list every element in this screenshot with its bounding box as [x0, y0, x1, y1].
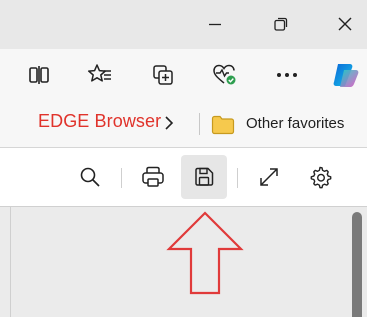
save-button[interactable] [181, 155, 227, 199]
vertical-scrollbar[interactable] [352, 212, 362, 317]
favorites-overflow-button[interactable] [163, 115, 175, 136]
toolbar-divider [237, 168, 238, 188]
browser-toolbar [0, 49, 367, 101]
browser-essentials-icon [213, 64, 236, 85]
minimize-icon [209, 23, 221, 26]
title-bar [0, 0, 367, 49]
close-button[interactable] [330, 10, 360, 38]
favorites-bar: EDGE Browser Other favorites [0, 101, 367, 148]
collections-icon [153, 65, 173, 85]
close-icon [338, 17, 352, 31]
restore-button[interactable] [266, 10, 296, 38]
minimize-button[interactable] [200, 10, 230, 38]
favorites-divider [199, 113, 200, 135]
copilot-icon [333, 64, 359, 87]
fullscreen-icon [260, 168, 278, 186]
copilot-button[interactable] [330, 60, 367, 90]
fullscreen-button[interactable] [252, 160, 286, 194]
annotation-arrow-up [166, 211, 244, 295]
search-icon [80, 167, 100, 187]
page-edge [10, 207, 11, 317]
toolbar-divider [121, 168, 122, 188]
restore-icon [274, 17, 288, 31]
add-favorite-button[interactable] [85, 60, 115, 90]
split-screen-icon [29, 66, 49, 84]
reader-toolbar [0, 148, 367, 207]
chevron-right-icon [165, 116, 174, 130]
search-button[interactable] [73, 160, 107, 194]
print-icon [142, 166, 164, 187]
more-icon [277, 73, 297, 77]
more-button[interactable] [272, 60, 302, 90]
other-favorites-folder[interactable] [211, 115, 235, 140]
collections-button[interactable] [148, 60, 178, 90]
add-favorite-icon [87, 64, 111, 82]
save-icon [195, 167, 214, 186]
settings-button[interactable] [303, 160, 337, 194]
favorite-edge-browser[interactable]: EDGE Browser [38, 111, 161, 132]
browser-essentials-button[interactable] [210, 60, 240, 90]
split-screen-button[interactable] [24, 60, 54, 90]
settings-icon [310, 166, 332, 189]
folder-icon [211, 115, 235, 135]
other-favorites-label[interactable]: Other favorites [246, 115, 344, 132]
print-button[interactable] [136, 160, 170, 194]
